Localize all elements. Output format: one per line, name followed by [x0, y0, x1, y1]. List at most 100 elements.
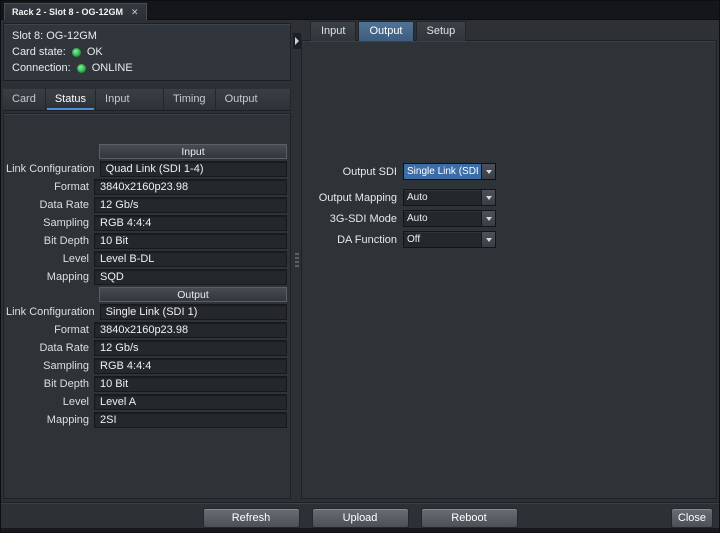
row-label: Link Configuration [6, 306, 100, 318]
upload-button[interactable]: Upload [312, 508, 409, 528]
table-row: Data Rate 12 Gb/s [6, 340, 287, 356]
table-row: Bit Depth 10 Bit [6, 376, 287, 392]
row-label: Format [6, 181, 94, 193]
refresh-button[interactable]: Refresh [203, 508, 300, 528]
row-value: Quad Link (SDI 1-4) [100, 161, 287, 177]
chevron-down-icon[interactable] [481, 211, 495, 226]
panel-splitter[interactable] [293, 21, 301, 502]
card-state-led-icon [72, 48, 81, 57]
dropdown-value: Auto [404, 211, 481, 226]
field-label-3g-sdi-mode: 3G-SDI Mode [309, 213, 397, 225]
field-label-output-mapping: Output Mapping [309, 192, 397, 204]
tab-timing[interactable]: Timing [164, 89, 216, 110]
row-label: Bit Depth [6, 235, 94, 247]
row-value: 3840x2160p23.98 [94, 322, 287, 338]
output-sdi-dropdown[interactable]: Single Link (SDI 1) [403, 163, 496, 180]
row-label: Level [6, 396, 94, 408]
window-bottom-edge [1, 528, 719, 532]
card-control-panel: Input Output Setup Output SDI Single Lin… [301, 21, 717, 502]
table-row: Level Level A [6, 394, 287, 410]
output-settings-form: Output SDI Single Link (SDI 1) Output Ma… [301, 40, 717, 499]
close-tab-icon[interactable]: ✕ [131, 7, 139, 18]
row-label: Sampling [6, 217, 94, 229]
window-tab-bar: Rack 2 - Slot 8 - OG-12GM ✕ [1, 1, 719, 20]
3g-sdi-mode-dropdown[interactable]: Auto [403, 210, 496, 227]
connection-line: Connection: ONLINE [12, 60, 282, 76]
row-label: Mapping [6, 414, 94, 426]
chevron-down-icon[interactable] [481, 232, 495, 247]
card-state-label: Card state: [12, 46, 66, 58]
dropdown-value: Auto [404, 190, 481, 205]
row-label: Data Rate [6, 342, 94, 354]
table-row: Link Configuration Single Link (SDI 1) [6, 304, 287, 320]
section-header-output: Output [99, 287, 287, 302]
table-row: Level Level B-DL [6, 251, 287, 267]
tab-input-detail[interactable]: Input Detail [96, 89, 164, 110]
right-tab-bar: Input Output Setup [310, 21, 466, 41]
card-info-box: Slot 8: OG-12GM Card state: OK Connectio… [3, 23, 291, 81]
slot-title: Slot 8: OG-12GM [12, 28, 282, 44]
row-value: 12 Gb/s [94, 340, 287, 356]
row-label: Level [6, 253, 94, 265]
tab-input[interactable]: Input [310, 21, 356, 41]
section-header-input: Input [99, 144, 287, 159]
field-label-da-function: DA Function [309, 234, 397, 246]
left-tab-bar: Card Status Input Detail Timing Output D… [3, 89, 291, 111]
form-row: DA Function Off [309, 231, 716, 248]
card-state-value: OK [87, 46, 103, 58]
row-label: Data Rate [6, 199, 94, 211]
footer-button-group: Refresh Upload Reboot [1, 508, 719, 528]
dropdown-value: Off [404, 232, 481, 247]
tab-output-detail[interactable]: Output Detail [216, 89, 291, 110]
row-label: Sampling [6, 360, 94, 372]
da-function-dropdown[interactable]: Off [403, 231, 496, 248]
card-state-line: Card state: OK [12, 44, 282, 60]
connection-label: Connection: [12, 62, 71, 74]
row-value: 10 Bit [94, 376, 287, 392]
tab-output[interactable]: Output [358, 21, 413, 41]
row-value: SQD [94, 269, 287, 285]
status-table: Input Link Configuration Quad Link (SDI … [3, 113, 291, 499]
field-label-output-sdi: Output SDI [309, 166, 397, 178]
reboot-button[interactable]: Reboot [421, 508, 518, 528]
row-value: 12 Gb/s [94, 197, 287, 213]
row-value: 2SI [94, 412, 287, 428]
row-value: 3840x2160p23.98 [94, 179, 287, 195]
row-label: Link Configuration [6, 163, 100, 175]
row-value: Level B-DL [94, 251, 287, 267]
close-button[interactable]: Close [671, 508, 713, 528]
table-row: Sampling RGB 4:4:4 [6, 215, 287, 231]
table-row: Bit Depth 10 Bit [6, 233, 287, 249]
row-value: RGB 4:4:4 [94, 358, 287, 374]
window-tab-title: Rack 2 - Slot 8 - OG-12GM [12, 7, 123, 17]
table-row: Format 3840x2160p23.98 [6, 322, 287, 338]
row-label: Mapping [6, 271, 94, 283]
row-value: Level A [94, 394, 287, 410]
row-value: 10 Bit [94, 233, 287, 249]
table-row: Format 3840x2160p23.98 [6, 179, 287, 195]
form-row: 3G-SDI Mode Auto [309, 210, 716, 227]
row-label: Format [6, 324, 94, 336]
card-status-panel: Slot 8: OG-12GM Card state: OK Connectio… [3, 21, 293, 502]
collapse-arrow-icon[interactable] [293, 33, 301, 49]
connection-led-icon [77, 64, 86, 73]
window-tab[interactable]: Rack 2 - Slot 8 - OG-12GM ✕ [4, 3, 147, 20]
tab-setup[interactable]: Setup [416, 21, 467, 41]
tab-card[interactable]: Card [3, 89, 46, 110]
row-value: Single Link (SDI 1) [100, 304, 287, 320]
table-row: Mapping SQD [6, 269, 287, 285]
form-row: Output SDI Single Link (SDI 1) [309, 163, 716, 180]
chevron-down-icon[interactable] [481, 164, 495, 179]
table-row: Data Rate 12 Gb/s [6, 197, 287, 213]
dashboard-window: Rack 2 - Slot 8 - OG-12GM ✕ Slot 8: OG-1… [0, 0, 720, 533]
splitter-grip[interactable] [295, 253, 299, 267]
chevron-down-icon[interactable] [481, 190, 495, 205]
output-mapping-dropdown[interactable]: Auto [403, 189, 496, 206]
tab-status[interactable]: Status [46, 89, 96, 110]
form-row: Output Mapping Auto [309, 189, 716, 206]
row-value: RGB 4:4:4 [94, 215, 287, 231]
table-row: Link Configuration Quad Link (SDI 1-4) [6, 161, 287, 177]
dropdown-value: Single Link (SDI 1) [404, 164, 481, 179]
row-label: Bit Depth [6, 378, 94, 390]
table-row: Sampling RGB 4:4:4 [6, 358, 287, 374]
